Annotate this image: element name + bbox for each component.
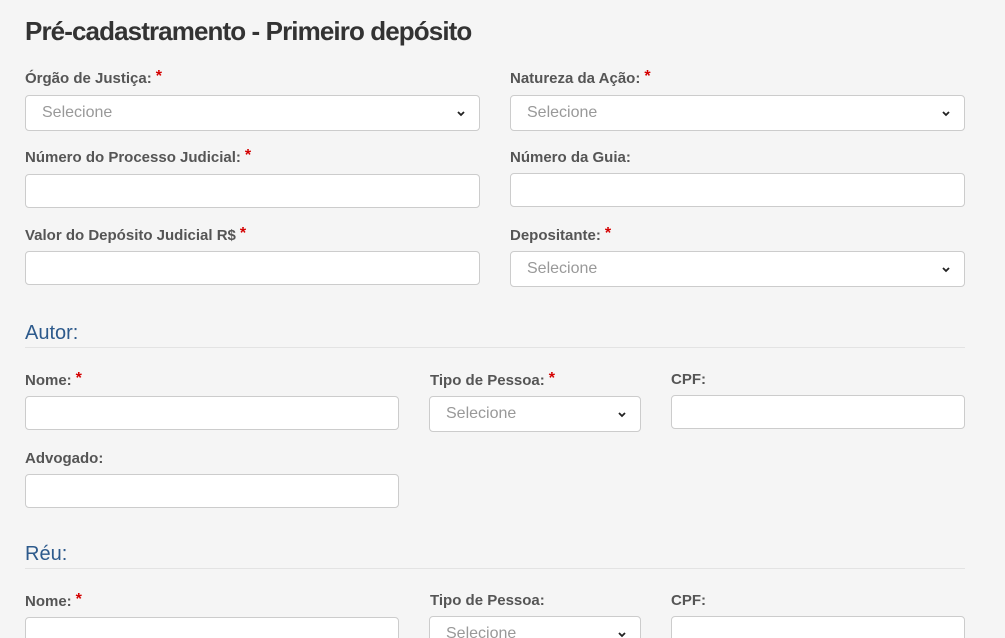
depositante-select-value: Selecione: [527, 260, 598, 277]
reu-section-heading: Réu:: [25, 543, 68, 565]
required-marker: *: [75, 370, 82, 387]
reu-tipo-pessoa-label-text: Tipo de Pessoa:: [430, 592, 545, 609]
chevron-down-icon: [940, 97, 952, 130]
numero-guia-input[interactable]: [510, 173, 965, 207]
reu-nome-input[interactable]: [25, 617, 399, 638]
valor-deposito-label: Valor do Depósito Judicial R$ *: [25, 225, 247, 245]
autor-advogado-input[interactable]: [25, 474, 399, 508]
numero-processo-label-text: Número do Processo Judicial:: [25, 149, 241, 166]
autor-tipo-pessoa-select[interactable]: Selecione: [429, 396, 641, 432]
numero-guia-label: Número da Guia:: [510, 149, 631, 167]
required-marker: *: [75, 591, 82, 608]
autor-nome-label-text: Nome:: [25, 372, 72, 389]
orgao-justica-label: Órgão de Justiça: *: [25, 68, 162, 88]
depositante-label-text: Depositante:: [510, 227, 601, 244]
chevron-down-icon: [455, 97, 467, 130]
page-title: Pré-cadastramento - Primeiro depósito: [25, 16, 472, 46]
natureza-acao-select-value: Selecione: [527, 104, 598, 121]
required-marker: *: [239, 225, 247, 242]
autor-advogado-label-text: Advogado:: [25, 450, 104, 467]
reu-tipo-pessoa-select-value: Selecione: [446, 625, 517, 638]
reu-tipo-pessoa-select[interactable]: Selecione: [429, 616, 641, 638]
autor-nome-input[interactable]: [25, 396, 399, 430]
reu-cpf-input[interactable]: [671, 616, 965, 638]
autor-section-heading: Autor:: [25, 322, 79, 344]
autor-cpf-label-text: CPF:: [671, 371, 706, 388]
orgao-justica-label-text: Órgão de Justiça:: [25, 70, 152, 87]
natureza-acao-label: Natureza da Ação: *: [510, 68, 651, 88]
numero-processo-input[interactable]: [25, 174, 480, 208]
required-marker: *: [548, 370, 555, 387]
autor-section-divider: [25, 347, 965, 348]
reu-section-divider: [25, 568, 965, 569]
required-marker: *: [604, 225, 612, 242]
autor-tipo-pessoa-label-text: Tipo de Pessoa:: [430, 372, 545, 389]
numero-guia-label-text: Número da Guia:: [510, 149, 631, 166]
autor-tipo-pessoa-label: Tipo de Pessoa: *: [430, 370, 555, 390]
reu-nome-label-text: Nome:: [25, 593, 72, 610]
reu-cpf-label: CPF:: [671, 592, 706, 610]
chevron-down-icon: [616, 618, 628, 638]
valor-deposito-label-text: Valor do Depósito Judicial R$: [25, 227, 236, 244]
natureza-acao-select[interactable]: Selecione: [510, 95, 965, 131]
orgao-justica-select[interactable]: Selecione: [25, 95, 480, 131]
reu-nome-label: Nome: *: [25, 591, 82, 611]
chevron-down-icon: [940, 253, 952, 286]
depositante-select[interactable]: Selecione: [510, 251, 965, 287]
required-marker: *: [155, 68, 162, 85]
natureza-acao-label-text: Natureza da Ação:: [510, 70, 641, 87]
reu-cpf-label-text: CPF:: [671, 592, 706, 609]
numero-processo-label: Número do Processo Judicial: *: [25, 147, 252, 167]
depositante-label: Depositante: *: [510, 225, 612, 245]
autor-advogado-label: Advogado:: [25, 450, 103, 468]
autor-cpf-label: CPF:: [671, 371, 706, 389]
reu-tipo-pessoa-label: Tipo de Pessoa:: [430, 592, 545, 610]
required-marker: *: [244, 147, 252, 164]
valor-deposito-input[interactable]: [25, 251, 480, 285]
autor-nome-label: Nome: *: [25, 370, 82, 390]
autor-cpf-input[interactable]: [671, 395, 965, 429]
orgao-justica-select-value: Selecione: [42, 104, 113, 121]
autor-tipo-pessoa-select-value: Selecione: [446, 405, 517, 422]
chevron-down-icon: [616, 398, 628, 431]
required-marker: *: [644, 68, 651, 85]
